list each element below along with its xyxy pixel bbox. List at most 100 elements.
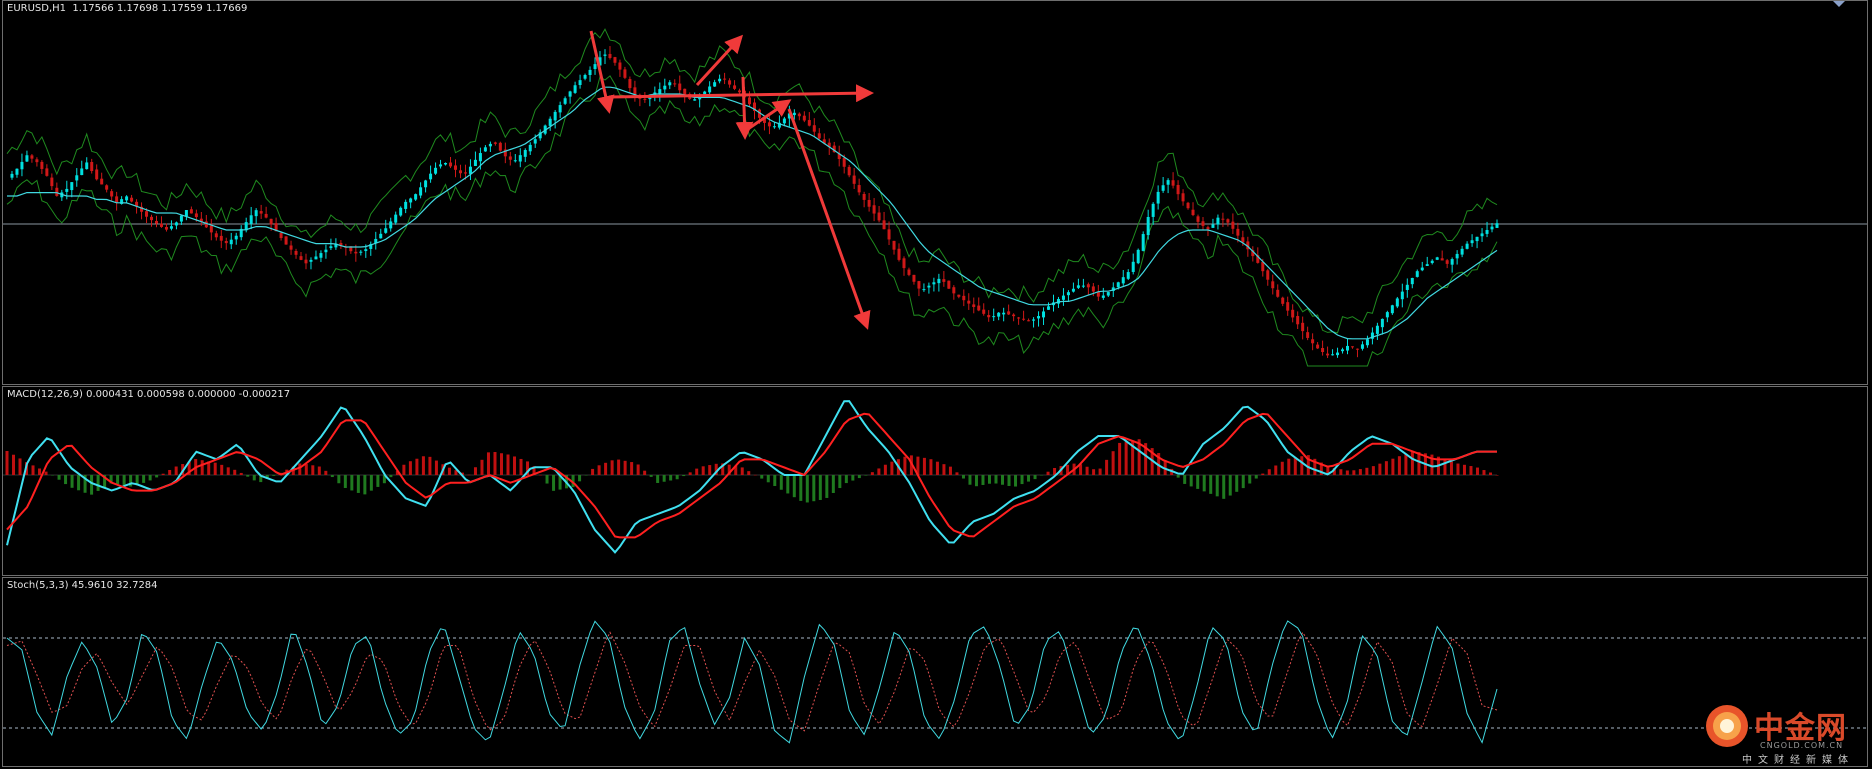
macd-histogram-bar bbox=[122, 475, 126, 486]
candle-body bbox=[453, 165, 457, 170]
candle-body bbox=[90, 162, 94, 171]
macd-histogram-bar bbox=[643, 470, 647, 475]
candle-body bbox=[603, 54, 607, 56]
candle-body bbox=[354, 251, 358, 254]
macd-histogram-bar bbox=[1001, 475, 1005, 485]
candle-body bbox=[997, 312, 1001, 317]
macd-histogram-bar bbox=[473, 467, 477, 475]
candle-body bbox=[1311, 339, 1315, 344]
candle-body bbox=[1475, 236, 1479, 242]
candle-body bbox=[588, 69, 592, 75]
candle-body bbox=[912, 274, 916, 282]
candle-body bbox=[189, 209, 193, 214]
candle-body bbox=[309, 259, 313, 262]
scroll-marker-icon[interactable] bbox=[1833, 1, 1845, 7]
macd-histogram-bar bbox=[675, 475, 679, 480]
macd-histogram-bar bbox=[942, 464, 946, 475]
candle-body bbox=[792, 112, 796, 116]
macd-histogram-bar bbox=[1014, 475, 1018, 487]
candle-body bbox=[55, 187, 59, 196]
macd-histogram-bar bbox=[968, 475, 972, 485]
candle-body bbox=[748, 97, 752, 105]
macd-histogram-bar bbox=[1118, 442, 1122, 475]
macd-histogram-bar bbox=[792, 475, 796, 498]
candle-body bbox=[708, 86, 712, 93]
stochastic-indicator-pane[interactable]: Stoch(5,3,3) 45.9610 32.7284 bbox=[2, 577, 1868, 767]
macd-histogram-bar bbox=[617, 459, 621, 475]
macd-histogram-bar bbox=[948, 466, 952, 475]
candle-body bbox=[518, 155, 522, 162]
macd-histogram-bar bbox=[649, 475, 653, 477]
candle-body bbox=[1321, 348, 1325, 353]
candle-body bbox=[429, 173, 433, 180]
macd-histogram-bar bbox=[1209, 475, 1213, 494]
macd-histogram-bar bbox=[90, 475, 94, 495]
macd-histogram-bar bbox=[1222, 475, 1226, 499]
candle-body bbox=[488, 143, 492, 147]
macd-histogram-bar bbox=[77, 475, 81, 491]
macd-histogram-bar bbox=[708, 465, 712, 475]
candle-body bbox=[1430, 260, 1434, 264]
candle-body bbox=[1002, 312, 1006, 315]
candle-body bbox=[1445, 260, 1449, 264]
candle-body bbox=[1490, 226, 1494, 230]
price-chart-pane[interactable]: EURUSD,H1 1.17566 1.17698 1.17559 1.1766… bbox=[2, 0, 1868, 385]
candle-body bbox=[1101, 295, 1105, 298]
macd-histogram-bar bbox=[604, 462, 608, 475]
candle-body bbox=[658, 89, 662, 94]
candle-body bbox=[449, 162, 453, 167]
macd-histogram-bar bbox=[877, 468, 881, 475]
candle-body bbox=[384, 228, 388, 233]
candle-body bbox=[1161, 185, 1165, 191]
candle-body bbox=[234, 235, 238, 240]
macd-histogram-bar bbox=[343, 475, 347, 488]
candle-body bbox=[424, 180, 428, 188]
candle-body bbox=[1390, 305, 1394, 314]
candle-body bbox=[1405, 284, 1409, 290]
candle-body bbox=[528, 144, 532, 152]
macd-histogram-bar bbox=[1111, 451, 1115, 475]
macd-histogram-bar bbox=[786, 475, 790, 494]
candle-body bbox=[782, 118, 786, 124]
candle-body bbox=[219, 235, 223, 241]
candle-body bbox=[15, 168, 19, 175]
candle-body bbox=[164, 226, 168, 230]
macd-indicator-pane[interactable]: MACD(12,26,9) 0.000431 0.000598 0.000000… bbox=[2, 386, 1868, 576]
candle-body bbox=[414, 194, 418, 200]
candle-body bbox=[1106, 292, 1110, 296]
candle-body bbox=[249, 215, 253, 224]
candle-body bbox=[1231, 221, 1235, 229]
macd-histogram-bar bbox=[766, 475, 770, 483]
candle-body bbox=[404, 201, 408, 209]
candle-body bbox=[150, 216, 154, 221]
candle-body bbox=[1176, 184, 1180, 195]
candle-body bbox=[623, 69, 627, 78]
candle-body bbox=[1455, 253, 1459, 259]
candle-body bbox=[1012, 314, 1016, 317]
macd-histogram-bar bbox=[38, 468, 42, 475]
macd-histogram-bar bbox=[1449, 461, 1453, 475]
macd-histogram-bar bbox=[1443, 459, 1447, 475]
macd-histogram-bar bbox=[929, 459, 933, 475]
candle-body bbox=[294, 250, 298, 255]
candle-body bbox=[1400, 291, 1404, 300]
candle-body bbox=[678, 83, 682, 91]
macd-histogram-bar bbox=[591, 468, 595, 475]
candle-body bbox=[1201, 221, 1205, 226]
macd-histogram-bar bbox=[486, 452, 490, 475]
candle-body bbox=[977, 305, 981, 311]
candle-body bbox=[1151, 203, 1155, 217]
macd-histogram-bar bbox=[760, 475, 764, 479]
candle-body bbox=[130, 197, 134, 202]
macd-histogram-bar bbox=[200, 460, 204, 475]
candle-body bbox=[553, 111, 557, 121]
macd-histogram-bar bbox=[233, 469, 237, 475]
macd-histogram-bar bbox=[1378, 463, 1382, 475]
macd-histogram-bar bbox=[656, 475, 660, 483]
candle-body bbox=[807, 120, 811, 126]
macd-histogram-bar bbox=[1345, 470, 1349, 475]
macd-histogram-bar bbox=[18, 458, 22, 475]
macd-histogram-bar bbox=[1261, 473, 1265, 475]
candle-body bbox=[314, 256, 318, 260]
stoch-header: Stoch(5,3,3) 45.9610 32.7284 bbox=[7, 580, 158, 591]
